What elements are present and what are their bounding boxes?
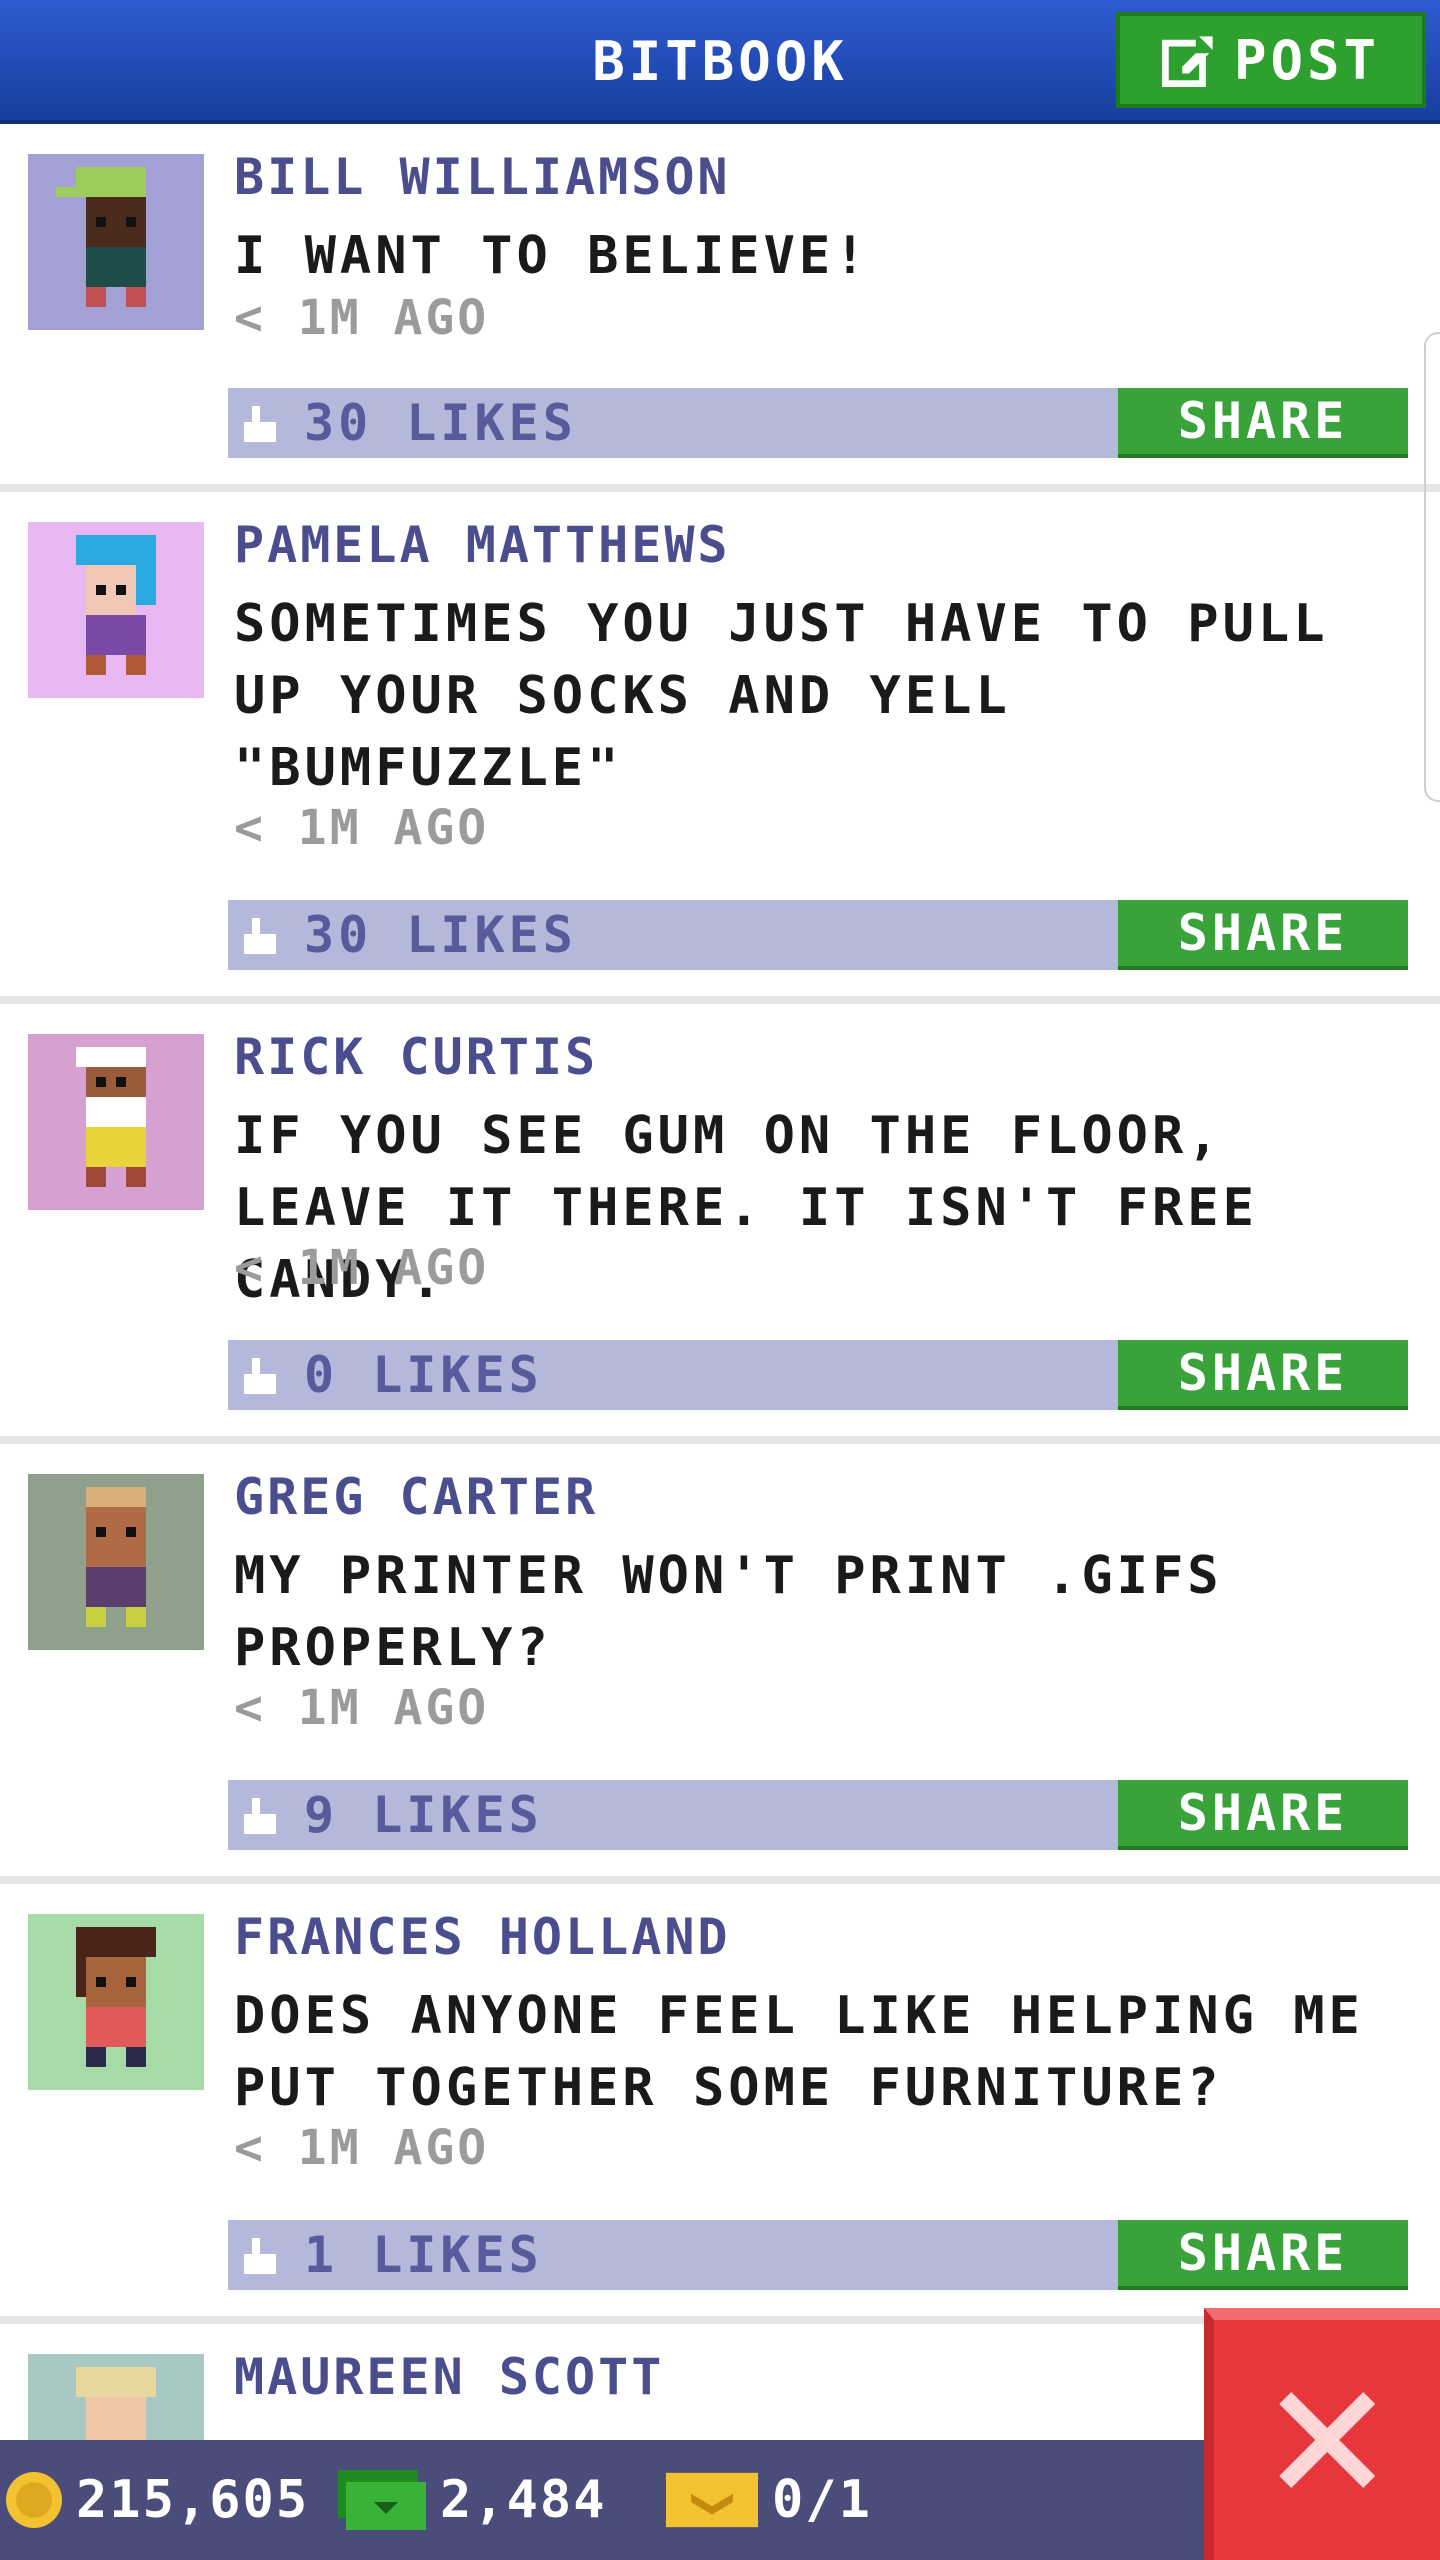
bux-value: 2,484	[440, 2470, 607, 2530]
tickets-display: 0/1	[666, 2468, 872, 2532]
post-author[interactable]: RICK CURTIS	[234, 1028, 598, 1086]
post-item: BILL WILLIAMSON I WANT TO BELIEVE! < 1M …	[0, 124, 1440, 492]
post-button[interactable]: POST	[1116, 12, 1426, 108]
ticket-icon	[666, 2472, 758, 2528]
like-count: 30 LIKES	[304, 906, 577, 964]
avatar[interactable]	[28, 1914, 204, 2090]
thumbs-up-icon	[244, 406, 276, 442]
like-count: 0 LIKES	[304, 1346, 543, 1404]
post-timestamp: < 1M AGO	[234, 2120, 490, 2176]
coins-value: 215,605	[76, 2470, 310, 2530]
post-message: DOES ANYONE FEEL LIKE HELPING ME PUT TOG…	[234, 1986, 1364, 2118]
post-author[interactable]: MAUREEN SCOTT	[234, 2348, 664, 2406]
thumbs-up-icon	[244, 1358, 276, 1394]
post-item: GREG CARTER MY PRINTER WON'T PRINT .GIFS…	[0, 1444, 1440, 1884]
close-icon	[1279, 2392, 1375, 2488]
post-timestamp: < 1M AGO	[234, 290, 490, 346]
scroll-indicator[interactable]	[1424, 332, 1440, 802]
coins-display: 215,605	[6, 2468, 309, 2532]
post-author[interactable]: FRANCES HOLLAND	[234, 1908, 731, 1966]
post-message: SOMETIMES YOU JUST HAVE TO PULL UP YOUR …	[234, 594, 1329, 798]
post-item: PAMELA MATTHEWS SOMETIMES YOU JUST HAVE …	[0, 492, 1440, 1004]
post-item: FRANCES HOLLAND DOES ANYONE FEEL LIKE HE…	[0, 1884, 1440, 2324]
like-bar[interactable]: 30 LIKES SHARE	[228, 388, 1408, 458]
avatar[interactable]	[28, 154, 204, 330]
share-button[interactable]: SHARE	[1118, 1780, 1408, 1850]
post-timestamp: < 1M AGO	[234, 1680, 490, 1736]
avatar[interactable]	[28, 1474, 204, 1650]
like-bar[interactable]: 9 LIKES SHARE	[228, 1780, 1408, 1850]
like-bar[interactable]: 0 LIKES SHARE	[228, 1340, 1408, 1410]
feed-list: BILL WILLIAMSON I WANT TO BELIEVE! < 1M …	[0, 124, 1440, 2530]
share-button[interactable]: SHARE	[1118, 900, 1408, 970]
post-author[interactable]: BILL WILLIAMSON	[234, 148, 731, 206]
like-bar[interactable]: 30 LIKES SHARE	[228, 900, 1408, 970]
avatar[interactable]	[28, 522, 204, 698]
post-button-label: POST	[1233, 28, 1381, 92]
share-button[interactable]: SHARE	[1118, 1340, 1408, 1410]
edit-icon	[1161, 36, 1216, 87]
share-button[interactable]: SHARE	[1118, 2220, 1408, 2290]
bux-display: 2,484	[338, 2468, 607, 2532]
like-count: 30 LIKES	[304, 394, 577, 452]
post-item: RICK CURTIS IF YOU SEE GUM ON THE FLOOR,…	[0, 1004, 1440, 1444]
post-message: MY PRINTER WON'T PRINT .GIFS PROPERLY?	[234, 1546, 1223, 1678]
post-message: I WANT TO BELIEVE!	[234, 226, 870, 286]
post-author[interactable]: GREG CARTER	[234, 1468, 598, 1526]
post-timestamp: < 1M AGO	[234, 800, 490, 856]
post-timestamp: < 1M AGO	[234, 1240, 490, 1296]
share-button[interactable]: SHARE	[1118, 388, 1408, 458]
app-header: BITBOOK POST	[0, 0, 1440, 124]
like-count: 9 LIKES	[304, 1786, 543, 1844]
post-author[interactable]: PAMELA MATTHEWS	[234, 516, 731, 574]
thumbs-up-icon	[244, 2238, 276, 2274]
thumbs-up-icon	[244, 918, 276, 954]
bux-icon	[338, 2470, 426, 2530]
like-count: 1 LIKES	[304, 2226, 543, 2284]
avatar[interactable]	[28, 1034, 204, 1210]
thumbs-up-icon	[244, 1798, 276, 1834]
like-bar[interactable]: 1 LIKES SHARE	[228, 2220, 1408, 2290]
coin-icon	[6, 2472, 62, 2528]
tickets-value: 0/1	[772, 2470, 872, 2530]
close-button[interactable]	[1204, 2308, 1440, 2560]
